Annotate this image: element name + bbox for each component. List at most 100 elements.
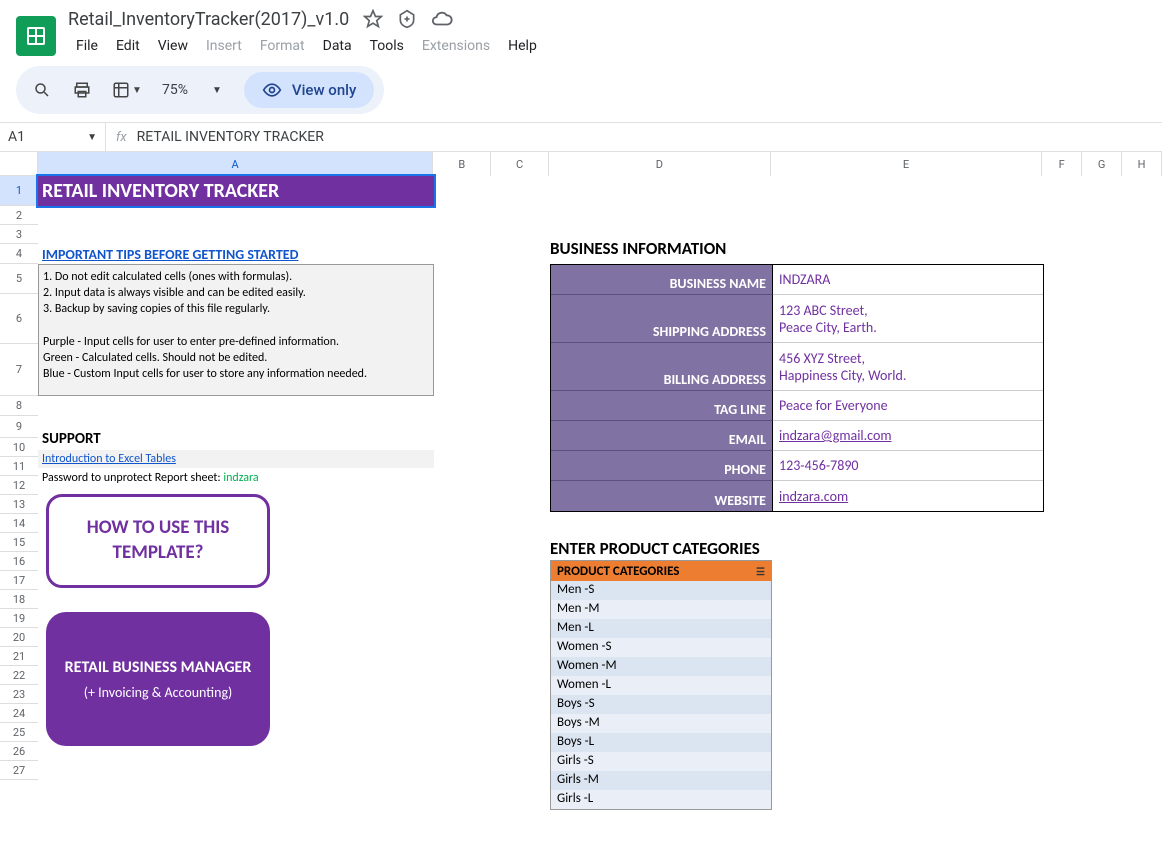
zoom-select[interactable]: 75% ▼ [156, 78, 228, 102]
row-header-23[interactable]: 23 [0, 685, 38, 704]
row-header-12[interactable]: 12 [0, 476, 38, 495]
menu-edit[interactable]: Edit [108, 34, 148, 58]
menu-bar: FileEditViewInsertFormatDataToolsExtensi… [68, 30, 1146, 58]
row-header-19[interactable]: 19 [0, 609, 38, 628]
category-cell[interactable]: Girls -L [551, 790, 771, 809]
category-cell[interactable]: Boys -M [551, 714, 771, 733]
col-header-H[interactable]: H [1122, 152, 1162, 176]
menu-format: Format [252, 34, 313, 58]
row-header-21[interactable]: 21 [0, 647, 38, 666]
col-header-E[interactable]: E [771, 152, 1043, 176]
cloud-icon[interactable] [431, 8, 453, 30]
category-cell[interactable]: Girls -M [551, 771, 771, 790]
biz-label: BILLING ADDRESS [551, 343, 773, 391]
row-header-27[interactable]: 27 [0, 761, 38, 780]
print-icon[interactable] [66, 74, 98, 106]
category-cell[interactable]: Men -L [551, 619, 771, 638]
row-header-18[interactable]: 18 [0, 590, 38, 609]
name-box-value: A1 [8, 129, 25, 145]
row-header-17[interactable]: 17 [0, 571, 38, 590]
category-cell[interactable]: Women -S [551, 638, 771, 657]
menu-view[interactable]: View [150, 34, 196, 58]
biz-row: SHIPPING ADDRESS123 ABC Street,Peace Cit… [551, 295, 1043, 343]
category-cell[interactable]: Women -M [551, 657, 771, 676]
row-header-25[interactable]: 25 [0, 723, 38, 742]
row-header-13[interactable]: 13 [0, 495, 38, 514]
menu-tools[interactable]: Tools [362, 34, 412, 58]
category-cell[interactable]: Boys -S [551, 695, 771, 714]
add-shortcut-icon[interactable] [397, 9, 417, 29]
row-header-24[interactable]: 24 [0, 704, 38, 723]
title-cell[interactable]: RETAIL INVENTORY TRACKER [38, 176, 434, 206]
menu-extensions: Extensions [414, 34, 498, 58]
name-box[interactable]: A1 ▼ [0, 123, 106, 151]
select-all-corner[interactable] [0, 152, 38, 176]
search-icon[interactable] [26, 74, 58, 106]
row-header-15[interactable]: 15 [0, 533, 38, 552]
row-header-11[interactable]: 11 [0, 457, 38, 476]
biz-value[interactable]: INDZARA [773, 265, 1043, 295]
col-header-G[interactable]: G [1082, 152, 1122, 176]
filter-icon[interactable]: ☰ [756, 565, 765, 578]
category-cell[interactable]: Boys -L [551, 733, 771, 752]
biz-row: EMAILindzara@gmail.com [551, 421, 1043, 451]
doc-title[interactable]: Retail_InventoryTracker(2017)_v1.0 [68, 9, 349, 30]
col-header-D[interactable]: D [549, 152, 771, 176]
category-cell[interactable]: Girls -S [551, 752, 771, 771]
row-header-22[interactable]: 22 [0, 666, 38, 685]
row-header-8[interactable]: 8 [0, 396, 38, 416]
tips-header-link[interactable]: IMPORTANT TIPS BEFORE GETTING STARTED [38, 244, 434, 265]
category-cell[interactable]: Men -S [551, 581, 771, 600]
col-header-A[interactable]: A [38, 152, 433, 176]
menu-data[interactable]: Data [315, 34, 360, 58]
chevron-down-icon: ▼ [212, 85, 222, 96]
password-value: indzara [223, 471, 258, 485]
row-header-6[interactable]: 6 [0, 294, 38, 344]
biz-value[interactable]: 456 XYZ Street,Happiness City, World. [773, 343, 1043, 391]
category-cell[interactable]: Men -M [551, 600, 771, 619]
row-header-2[interactable]: 2 [0, 206, 38, 225]
biz-row: BILLING ADDRESS456 XYZ Street,Happiness … [551, 343, 1043, 391]
spreadsheet-grid[interactable]: ABCDEFGH 1234567891011121314151617181920… [0, 152, 1162, 829]
col-header-B[interactable]: B [433, 152, 491, 176]
biz-label: SHIPPING ADDRESS [551, 295, 773, 343]
sheets-logo[interactable] [16, 16, 56, 56]
category-cell[interactable]: Women -L [551, 676, 771, 695]
content-layer: RETAIL INVENTORY TRACKER IMPORTANT TIPS … [38, 176, 1162, 829]
row-header-16[interactable]: 16 [0, 552, 38, 571]
view-only-button[interactable]: View only [244, 72, 374, 108]
row-header-1[interactable]: 1 [0, 176, 38, 206]
retail-title: RETAIL BUSINESS MANAGER [65, 657, 252, 679]
biz-row: WEBSITEindzara.com [551, 481, 1043, 511]
filter-views-icon[interactable]: ▼ [106, 74, 148, 106]
menu-help[interactable]: Help [500, 34, 545, 58]
biz-value[interactable]: indzara@gmail.com [773, 421, 1043, 451]
col-header-F[interactable]: F [1042, 152, 1082, 176]
row-header-9[interactable]: 9 [0, 416, 38, 438]
menu-file[interactable]: File [68, 34, 106, 58]
biz-value[interactable]: Peace for Everyone [773, 391, 1043, 421]
password-label: Password to unprotect Report sheet: [42, 471, 223, 485]
biz-value[interactable]: 123-456-7890 [773, 451, 1043, 481]
support-link[interactable]: Introduction to Excel Tables [38, 450, 434, 468]
biz-row: TAG LINEPeace for Everyone [551, 391, 1043, 421]
row-headers: 1234567891011121314151617181920212223242… [0, 176, 38, 780]
row-header-5[interactable]: 5 [0, 264, 38, 294]
row-header-26[interactable]: 26 [0, 742, 38, 761]
business-info-header: BUSINESS INFORMATION [550, 238, 726, 259]
row-header-7[interactable]: 7 [0, 344, 38, 396]
row-header-3[interactable]: 3 [0, 225, 38, 244]
row-header-20[interactable]: 20 [0, 628, 38, 647]
row-header-4[interactable]: 4 [0, 244, 38, 264]
star-icon[interactable] [363, 9, 383, 29]
retail-manager-button[interactable]: RETAIL BUSINESS MANAGER (+ Invoicing & A… [46, 612, 270, 746]
biz-value[interactable]: 123 ABC Street,Peace City, Earth. [773, 295, 1043, 343]
row-header-10[interactable]: 10 [0, 438, 38, 457]
howto-button[interactable]: HOW TO USE THIS TEMPLATE? [46, 494, 270, 588]
biz-value[interactable]: indzara.com [773, 481, 1043, 511]
col-header-C[interactable]: C [491, 152, 549, 176]
row-header-14[interactable]: 14 [0, 514, 38, 533]
biz-label: EMAIL [551, 421, 773, 451]
formula-input[interactable]: RETAIL INVENTORY TRACKER [137, 129, 1162, 145]
categories-col-header[interactable]: PRODUCT CATEGORIES☰ [551, 561, 771, 581]
